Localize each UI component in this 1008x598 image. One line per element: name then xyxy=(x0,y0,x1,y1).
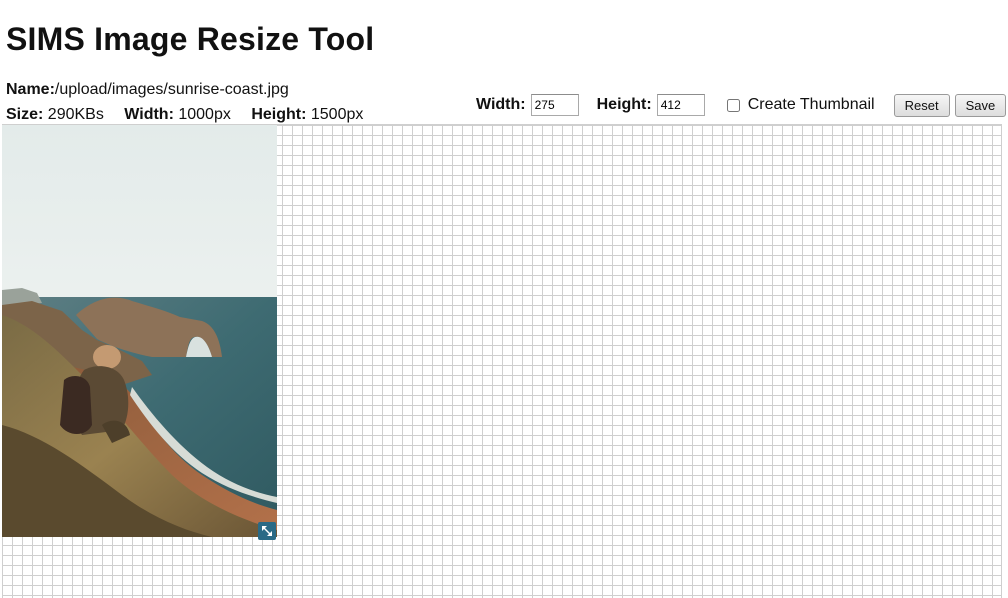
original-height: Height: 1500px xyxy=(251,106,363,123)
file-name-row: Name:/upload/images/sunrise-coast.jpg xyxy=(6,80,289,100)
width-input-label: Width: xyxy=(476,96,526,113)
original-width-label: Width: xyxy=(124,106,174,123)
coast-photo-graphic xyxy=(2,125,277,537)
height-input[interactable] xyxy=(656,94,705,116)
width-input[interactable] xyxy=(530,94,579,116)
original-width: Width: 1000px xyxy=(124,106,231,123)
preview-image[interactable] xyxy=(2,125,277,537)
reset-button[interactable]: Reset xyxy=(893,93,950,117)
file-name-label: Name: xyxy=(6,81,55,98)
file-meta-row: Size: 290KBs Width: 1000px Height: 1500p… xyxy=(6,105,379,125)
height-input-label: Height: xyxy=(596,96,652,113)
create-thumbnail-label[interactable]: Create Thumbnail xyxy=(748,96,875,114)
create-thumbnail-checkbox[interactable] xyxy=(726,98,740,112)
page: SIMS Image Resize Tool Name:/upload/imag… xyxy=(0,0,1008,598)
original-height-value: 1500px xyxy=(310,106,364,123)
file-name-value: /upload/images/sunrise-coast.jpg xyxy=(54,81,289,98)
resize-handle[interactable] xyxy=(258,522,276,540)
page-title: SIMS Image Resize Tool xyxy=(6,21,375,57)
resize-canvas-grid[interactable] xyxy=(2,124,1002,598)
file-size-label: Size: xyxy=(6,106,44,123)
save-button[interactable]: Save xyxy=(954,93,1007,117)
original-height-label: Height: xyxy=(251,106,307,123)
resize-controls: Width: Height: Create Thumbnail Reset Sa… xyxy=(476,93,1008,117)
file-size-value: 290KBs xyxy=(47,106,104,123)
original-width-value: 1000px xyxy=(178,106,231,123)
resize-arrows-icon xyxy=(262,526,272,536)
file-size: Size: 290KBs xyxy=(6,106,104,123)
